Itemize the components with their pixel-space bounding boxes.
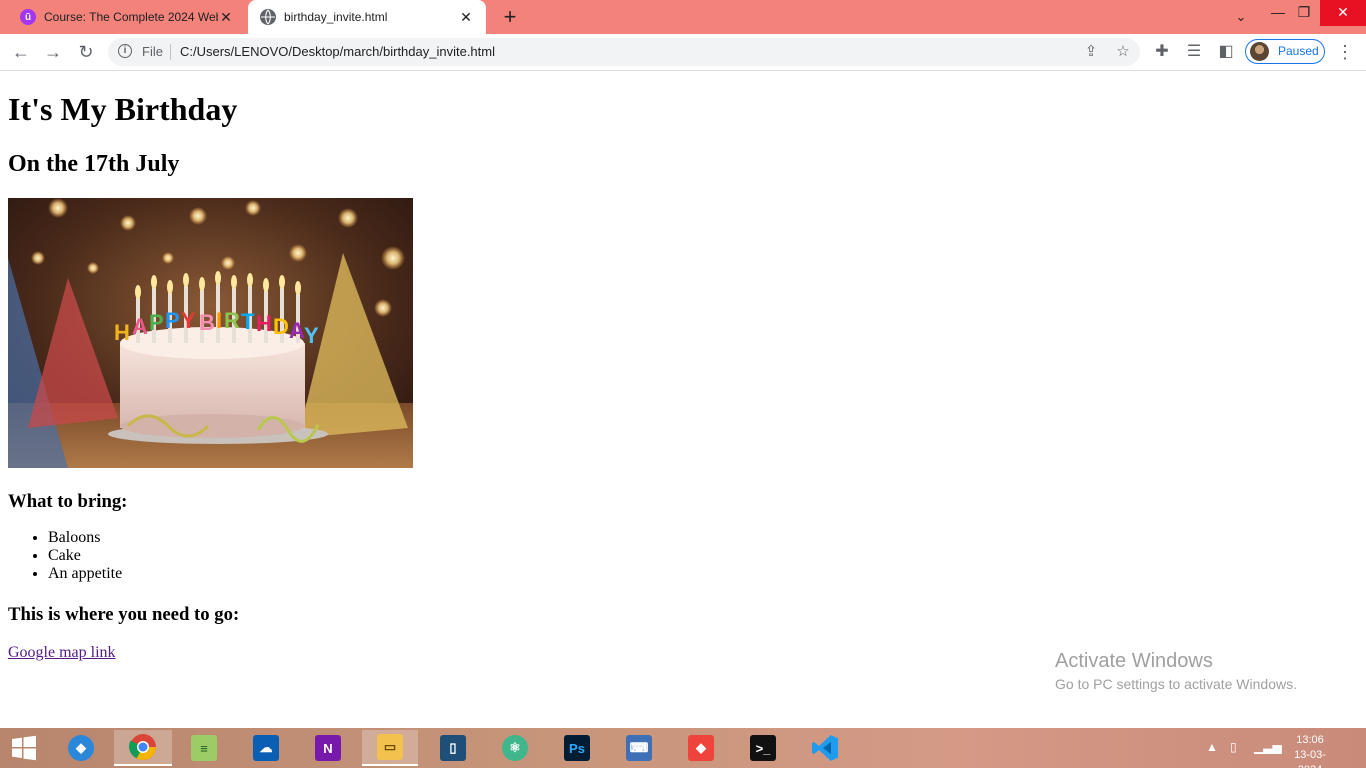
svg-text:H: H — [256, 311, 272, 336]
reading-list-icon[interactable]: ☰ — [1182, 40, 1206, 64]
avatar — [1250, 42, 1269, 61]
clock-date: 13-03-2024 — [1294, 749, 1326, 776]
google-map-link[interactable]: Google map link — [8, 644, 116, 662]
where-heading: This is where you need to go: — [8, 604, 240, 625]
window-close-icon[interactable]: ✕ — [1320, 0, 1366, 26]
tab-title: birthday_invite.html — [284, 10, 388, 24]
list-item: An appetite — [48, 565, 122, 583]
terminal-icon[interactable]: >_ — [743, 730, 783, 766]
svg-text:Y: Y — [304, 323, 319, 348]
profile-button[interactable]: Paused — [1245, 39, 1325, 64]
tab-strip: ū Course: The Complete 2024 Web ✕ birthd… — [0, 0, 1366, 34]
page-content: It's My Birthday On the 17th July H A P … — [0, 71, 1366, 728]
forward-arrow-icon[interactable]: → — [41, 40, 65, 64]
tray-chevron-icon[interactable]: ▲ — [1206, 740, 1218, 780]
side-panel-icon[interactable]: ◧ — [1214, 40, 1238, 64]
date-heading: On the 17th July — [8, 151, 180, 177]
bring-list: Baloons Cake An appetite — [8, 529, 122, 583]
tab-birthday-invite[interactable]: birthday_invite.html ✕ — [248, 0, 486, 34]
list-item: Cake — [48, 547, 122, 565]
windows-taskbar: ◆ ≡ ☁ N ▭ ▯ ⚛ Ps ⌨ ◆ >_ ▲ ▯ ▁▃▅ 13:06 13… — [0, 728, 1366, 776]
globe-icon — [260, 9, 276, 25]
plus-icon[interactable]: + — [499, 6, 521, 28]
svg-text:T: T — [241, 309, 255, 334]
svg-text:I: I — [216, 308, 222, 333]
svg-text:Y: Y — [181, 308, 196, 333]
svg-text:H: H — [114, 320, 130, 345]
tab-search-chevron-icon[interactable]: ⌄ — [1230, 6, 1252, 28]
birthday-cake-image: H A P P Y B I R T H D A Y — [8, 198, 413, 468]
address-bar[interactable]: i File C:/Users/LENOVO/Desktop/march/bir… — [108, 38, 1140, 66]
list-item: Baloons — [48, 529, 122, 547]
page-title: It's My Birthday — [8, 91, 238, 127]
system-clock[interactable]: 13:06 13-03-2024 — [1284, 733, 1336, 778]
svg-text:P: P — [149, 310, 164, 335]
start-icon[interactable] — [4, 730, 44, 766]
network-signal-icon[interactable]: ▁▃▅ — [1254, 740, 1282, 780]
activate-windows-watermark: Activate Windows Go to PC settings to ac… — [1055, 650, 1297, 692]
atom-icon[interactable]: ⚛ — [495, 730, 535, 766]
svg-text:B: B — [199, 310, 215, 335]
onedrive-icon[interactable]: ☁ — [246, 730, 286, 766]
photoshop-icon[interactable]: Ps — [557, 730, 597, 766]
scheme-label: File — [142, 44, 163, 59]
svg-text:P: P — [165, 308, 180, 333]
watermark-subtitle: Go to PC settings to activate Windows. — [1055, 676, 1297, 692]
anydesk-icon[interactable]: ◆ — [681, 730, 721, 766]
svg-text:A: A — [289, 318, 305, 343]
battery-icon[interactable]: ▯ — [1230, 740, 1237, 780]
puzzle-icon[interactable]: ✚ — [1150, 40, 1174, 64]
browser-toolbar: ← → ↻ i File C:/Users/LENOVO/Desktop/mar… — [0, 34, 1366, 71]
notepad-icon[interactable]: ≡ — [184, 730, 224, 766]
file-explorer-icon[interactable]: ▭ — [362, 730, 418, 766]
keyboard-icon[interactable]: ⌨ — [619, 730, 659, 766]
url-text[interactable]: C:/Users/LENOVO/Desktop/march/birthday_i… — [180, 44, 495, 59]
svg-text:R: R — [224, 308, 240, 333]
svg-text:A: A — [132, 314, 148, 339]
divider — [170, 44, 171, 60]
back-arrow-icon[interactable]: ← — [9, 40, 33, 64]
profile-status: Paused — [1278, 44, 1319, 58]
info-icon[interactable]: i — [118, 44, 132, 58]
udemy-favicon: ū — [20, 9, 36, 25]
clock-time: 13:06 — [1296, 734, 1324, 746]
tab-title: Course: The Complete 2024 Web — [44, 10, 218, 24]
chrome-icon[interactable] — [114, 730, 172, 766]
jupyter-icon[interactable]: ▯ — [433, 730, 473, 766]
share-icon[interactable]: ⇪ — [1082, 43, 1100, 61]
close-icon[interactable]: ✕ — [218, 9, 234, 25]
tab-udemy-course[interactable]: ū Course: The Complete 2024 Web ✕ — [8, 0, 246, 34]
bring-heading: What to bring: — [8, 491, 128, 512]
onenote-icon[interactable]: N — [308, 730, 348, 766]
vscode-icon[interactable] — [805, 730, 845, 766]
vs-installer-icon[interactable]: ◆ — [61, 730, 101, 766]
reload-icon[interactable]: ↻ — [74, 40, 98, 64]
star-icon[interactable]: ☆ — [1114, 43, 1132, 61]
close-icon[interactable]: ✕ — [458, 9, 474, 25]
svg-text:D: D — [273, 314, 289, 339]
kebab-menu-icon[interactable]: ⋮ — [1333, 40, 1357, 64]
watermark-title: Activate Windows — [1055, 650, 1213, 672]
